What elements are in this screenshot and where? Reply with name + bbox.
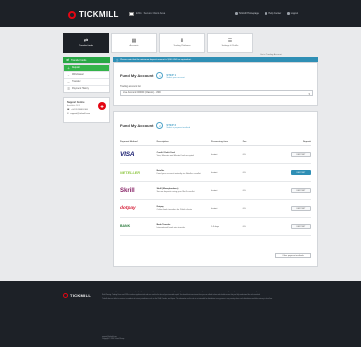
flag-icon[interactable]: [129, 12, 134, 16]
help-icon: [264, 12, 268, 15]
deposit-button[interactable]: DEPOSIT: [291, 206, 311, 211]
column-fee: Fee: [242, 141, 247, 143]
phone-icon: ☎: [67, 109, 70, 111]
footer-logo[interactable]: TICKMILL: [63, 293, 91, 298]
trading-account-select[interactable]: Live Account 000000 (Classic) - USD ▾: [120, 90, 313, 96]
footer-legal-text: Tickmill is the trading name of Tickmill…: [102, 291, 273, 300]
visa-logo: VISA: [120, 151, 135, 158]
table-row: Skrill Skrill (Moneybookers) Secure depos…: [120, 182, 311, 200]
step2-card: Fund My Account 2 STEP 2 Select a paymen…: [113, 111, 318, 267]
step1-title: Fund My Account: [120, 73, 154, 78]
withdrawal-icon: −: [67, 73, 70, 77]
sidebar-item-withdrawal[interactable]: − Withdrawal: [64, 71, 109, 78]
sidebar-item-payment-history[interactable]: ☰ Payment History: [64, 85, 109, 92]
logout-link[interactable]: Logout: [287, 12, 298, 15]
step1-header: Fund My Account 1 STEP 1 Select your acc…: [120, 72, 311, 79]
deposit-button[interactable]: DEPOSIT: [291, 170, 311, 175]
column-description: Description: [156, 141, 169, 143]
sidebar-item-transfer[interactable]: ↔ Transfer: [64, 78, 109, 85]
language-label[interactable]: ENG: [136, 12, 142, 15]
support-email[interactable]: ✉ support@tickmill.com: [67, 113, 106, 115]
tab-trading-platforms[interactable]: ⬇ Trading Platforms: [159, 33, 205, 53]
help-link[interactable]: Help Center: [264, 12, 281, 15]
neteller-logo: NETELLER: [120, 170, 141, 175]
header-subtitle: ENG Secure Client Area: [129, 12, 165, 16]
table-row: NETELLER Neteller Fund your account insta…: [120, 164, 311, 182]
step2-sublabel: Select a payment method: [166, 126, 190, 129]
settings-icon: ☰: [227, 37, 233, 44]
brand-name: TICKMILL: [79, 10, 119, 19]
transfer-icon: ⇄: [83, 37, 89, 44]
chevron-down-icon: ▾: [308, 91, 310, 96]
header-links: Tickmill Homepage Help Center Logout: [235, 12, 298, 15]
history-icon: ☰: [67, 87, 70, 91]
table-row: VISA Credit / Debit Card Visa, Maestro an…: [120, 146, 311, 164]
column-deposit: Deposit: [302, 141, 311, 143]
tab-settings[interactable]: ☰ Settings & Profile: [207, 33, 253, 53]
account-list-label: Trading account list: [120, 85, 141, 88]
table-row: BANK Bank Transfer International bank wir…: [120, 218, 311, 236]
deposit-button[interactable]: DEPOSIT: [291, 152, 311, 157]
dotpay-logo: dotpay: [120, 206, 136, 211]
main-content: ⓘ Please note that the minimum deposit a…: [113, 57, 318, 267]
table-row: dotpay Dotpay Online bank transfers for P…: [120, 200, 311, 218]
bank-transfer-logo: BANK: [120, 224, 131, 228]
accounts-icon: ▦: [131, 37, 137, 44]
homepage-link[interactable]: Tickmill Homepage: [235, 12, 259, 15]
step1-sublabel: Select your account: [166, 76, 185, 79]
home-icon: [235, 12, 238, 15]
footer: TICKMILL Tickmill is the trading name of…: [0, 281, 361, 347]
footer-brand: TICKMILL: [70, 293, 92, 298]
logout-icon: [287, 12, 290, 15]
deposit-icon: ＋: [67, 66, 70, 70]
support-box: Support Centre Available 24/5 ☎ +44 20 36…: [63, 97, 110, 123]
step2-number: 2: [156, 122, 164, 129]
other-methods-button[interactable]: Other payment methods: [275, 253, 311, 258]
column-method: Payment Method: [120, 141, 138, 143]
go-to-trading-link[interactable]: Go to Trading Account: [260, 54, 282, 56]
sidebar: ⇄ Transfer funds ＋ Deposit − Withdrawal …: [63, 57, 110, 123]
transfer-icon: ⇄: [66, 58, 69, 62]
sidebar-menu: ＋ Deposit − Withdrawal ↔ Transfer ☰ Paym…: [63, 63, 110, 93]
logo-mark-icon: [68, 10, 76, 19]
transfer-icon: ↔: [67, 80, 70, 84]
info-icon: ⓘ: [116, 59, 119, 62]
step2-header: Fund My Account 2 STEP 2 Select a paymen…: [120, 122, 311, 129]
deposit-button[interactable]: DEPOSIT: [291, 188, 311, 193]
platforms-icon: ⬇: [179, 37, 185, 44]
main-tabs: ⇄ Transfer funds ▦ Accounts ⬇ Trading Pl…: [63, 33, 300, 53]
footer-copyright: Copyright © 2016 Tickmill Group: [102, 339, 125, 341]
column-processing: Processing time: [211, 141, 228, 143]
tab-transfer-funds[interactable]: ⇄ Transfer funds: [63, 33, 109, 53]
support-lifebuoy-icon: ✚: [98, 102, 106, 110]
step1-number: 1: [156, 72, 164, 79]
email-icon: ✉: [67, 113, 69, 115]
deposit-button[interactable]: DEPOSIT: [291, 224, 311, 229]
brand-logo[interactable]: TICKMILL: [68, 10, 119, 19]
subtitle-text: Secure Client Area: [143, 12, 166, 16]
tab-accounts[interactable]: ▦ Accounts: [111, 33, 157, 53]
footer-meta: support@tickmill.com Copyright © 2016 Ti…: [102, 337, 124, 342]
step2-title: Fund My Account: [120, 123, 154, 128]
logo-mark-icon: [63, 293, 68, 298]
top-bar: TICKMILL ENG Secure Client Area Tickmill…: [0, 0, 361, 27]
skrill-logo: Skrill: [120, 187, 135, 194]
sidebar-item-deposit[interactable]: ＋ Deposit: [64, 64, 109, 71]
step1-card: Fund My Account 1 STEP 1 Select your acc…: [113, 62, 318, 106]
